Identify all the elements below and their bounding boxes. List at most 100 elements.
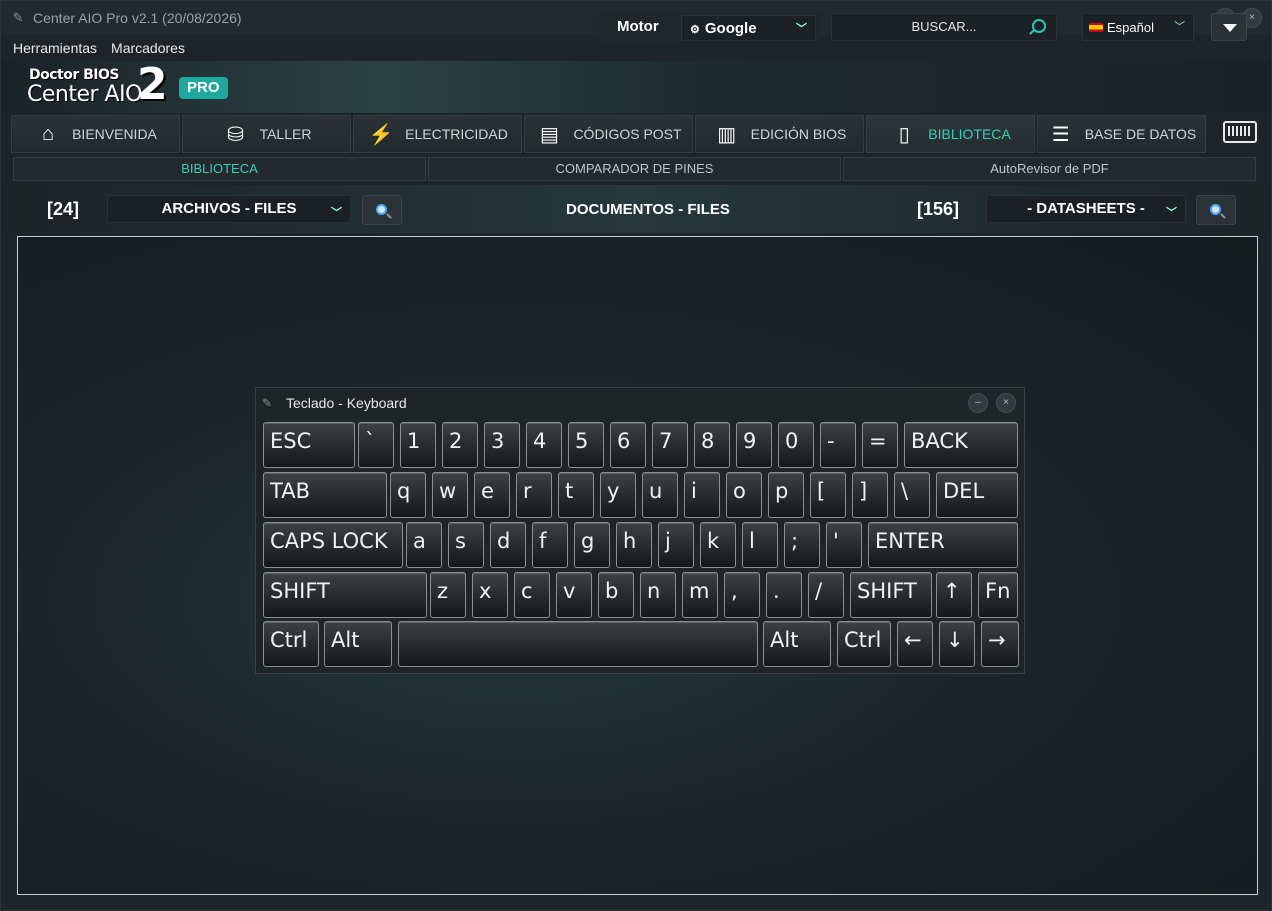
tab-edicion-bios[interactable]: ▥ EDICIÓN BIOS (695, 115, 864, 153)
key-n[interactable]: n (640, 572, 676, 618)
window-title: Center AIO Pro v2.1 (20/08/2026) (33, 10, 242, 26)
key-back[interactable]: BACK (904, 422, 1018, 468)
key-m[interactable]: m (682, 572, 718, 618)
tab-biblioteca[interactable]: ▯ BIBLIOTECA (866, 115, 1035, 153)
key-k[interactable]: k (700, 522, 736, 568)
key-e[interactable]: e (474, 472, 510, 518)
menu-marcadores[interactable]: Marcadores (111, 40, 185, 56)
key-g[interactable]: g (574, 522, 610, 568)
book-icon: ▯ (898, 123, 910, 146)
key-4[interactable]: 4 (526, 422, 562, 468)
key-u[interactable]: u (642, 472, 678, 518)
key-d[interactable]: d (490, 522, 526, 568)
tab-bienvenida[interactable]: ⌂ BIENVENIDA (11, 115, 180, 153)
key-7[interactable]: 7 (652, 422, 688, 468)
key-a[interactable]: a (406, 522, 442, 568)
spain-flag-icon (1089, 23, 1103, 32)
files-count: [24] (47, 199, 80, 219)
key-del[interactable]: DEL (936, 472, 1018, 518)
tab-label: ELECTRICIDAD (405, 126, 508, 142)
key-c[interactable]: c (514, 572, 550, 618)
keyboard-title: Teclado - Keyboard (286, 395, 407, 411)
key-5[interactable]: 5 (568, 422, 604, 468)
key-r[interactable]: r (516, 472, 552, 518)
key-s[interactable]: s (448, 522, 484, 568)
search-icon[interactable] (1032, 19, 1046, 33)
keyboard-close-button[interactable]: × (996, 393, 1016, 413)
key-0[interactable]: 0 (778, 422, 814, 468)
keyboard-minimize-button[interactable]: – (968, 393, 988, 413)
key--[interactable]: , (724, 572, 760, 618)
datasheets-zoom-button[interactable] (1196, 195, 1236, 225)
key--[interactable]: ] (852, 472, 888, 518)
key--[interactable]: = (862, 422, 898, 468)
tab-taller[interactable]: ⛁ TALLER (182, 115, 351, 153)
key--[interactable]: ; (784, 522, 820, 568)
key-i[interactable]: i (684, 472, 720, 518)
key-f[interactable]: f (532, 522, 568, 568)
key-y[interactable]: y (600, 472, 636, 518)
search-input[interactable]: BUSCAR... (831, 13, 1057, 41)
key-h[interactable]: h (616, 522, 652, 568)
tab-codigos-post[interactable]: ▤ CÓDIGOS POST (524, 115, 693, 153)
key--[interactable]: [ (810, 472, 846, 518)
key-p[interactable]: p (768, 472, 804, 518)
key-alt[interactable]: Alt (763, 621, 831, 667)
key-o[interactable]: o (726, 472, 762, 518)
menu-herramientas[interactable]: Herramientas (13, 40, 97, 56)
key-v[interactable]: v (556, 572, 592, 618)
subtab-autorevisor-pdf[interactable]: AutoRevisor de PDF (843, 157, 1256, 181)
key-space[interactable] (398, 621, 758, 667)
key-1[interactable]: 1 (400, 422, 436, 468)
key-caps-lock[interactable]: CAPS LOCK (263, 522, 403, 568)
key-l[interactable]: l (742, 522, 778, 568)
key-w[interactable]: w (432, 472, 468, 518)
datasheets-select[interactable]: - DATASHEETS - ﹀ (986, 195, 1186, 223)
subtab-comparador-de-pines[interactable]: COMPARADOR DE PINES (428, 157, 841, 181)
key-6[interactable]: 6 (610, 422, 646, 468)
tab-electricidad[interactable]: ⚡ ELECTRICIDAD (353, 115, 522, 153)
datasheets-count: [156] (917, 199, 960, 219)
key-x[interactable]: x (472, 572, 508, 618)
key-enter[interactable]: ENTER (868, 522, 1018, 568)
tab-label: BIBLIOTECA (928, 126, 1011, 142)
subtab-biblioteca[interactable]: BIBLIOTECA (13, 157, 426, 181)
key-q[interactable]: q (390, 472, 426, 518)
key-j[interactable]: j (658, 522, 694, 568)
key--[interactable]: ← (897, 621, 933, 667)
key--[interactable]: - (820, 422, 856, 468)
files-select[interactable]: ARCHIVOS - FILES ﹀ (107, 195, 351, 223)
key-tab[interactable]: TAB (263, 472, 387, 518)
key-ctrl[interactable]: Ctrl (263, 621, 319, 667)
sub-tabs: BIBLIOTECA COMPARADOR DE PINES AutoRevis… (13, 157, 1256, 181)
key-shift[interactable]: SHIFT (263, 572, 427, 618)
key-z[interactable]: z (430, 572, 466, 618)
tab-base-de-datos[interactable]: ☰ BASE DE DATOS (1037, 115, 1206, 153)
key-9[interactable]: 9 (736, 422, 772, 468)
key--[interactable]: ` (358, 422, 394, 468)
key--[interactable]: ↑ (936, 572, 972, 618)
key--[interactable]: ↓ (939, 621, 975, 667)
key-shift[interactable]: SHIFT (850, 572, 932, 618)
key-ctrl[interactable]: Ctrl (837, 621, 891, 667)
files-zoom-button[interactable] (362, 195, 402, 225)
key-2[interactable]: 2 (442, 422, 478, 468)
language-select[interactable]: Español ﹀ (1082, 13, 1194, 41)
key--[interactable]: / (808, 572, 844, 618)
key-b[interactable]: b (598, 572, 634, 618)
key-t[interactable]: t (558, 472, 594, 518)
key-fn[interactable]: Fn (978, 572, 1018, 618)
key--[interactable]: → (981, 621, 1019, 667)
key--[interactable]: \ (894, 472, 930, 518)
key-esc[interactable]: ESC (263, 422, 355, 468)
key--[interactable]: . (766, 572, 802, 618)
dropdown-button[interactable] (1211, 13, 1247, 41)
keyboard-icon[interactable] (1223, 121, 1257, 143)
key-3[interactable]: 3 (484, 422, 520, 468)
key-8[interactable]: 8 (694, 422, 730, 468)
tab-label: BASE DE DATOS (1084, 126, 1197, 142)
engine-select[interactable]: ⚙ Google ﹀ (681, 15, 816, 41)
key-alt[interactable]: Alt (324, 621, 392, 667)
gear-icon: ⚙ (690, 24, 700, 36)
key--[interactable]: ' (826, 522, 862, 568)
